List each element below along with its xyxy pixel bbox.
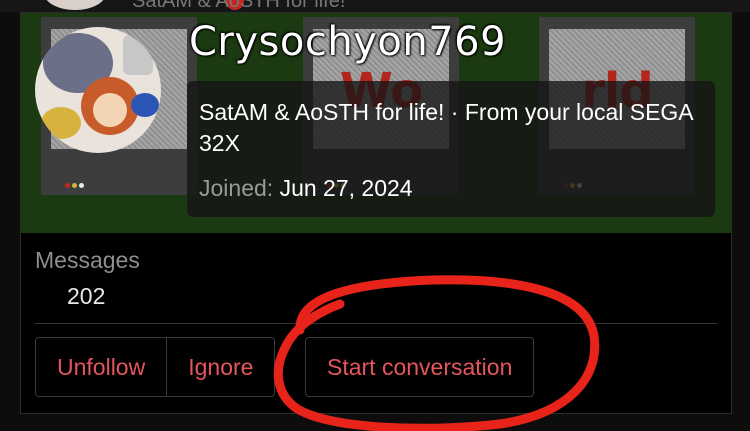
joined-label: Joined: [199, 175, 274, 201]
member-tooltip-card: r Wo rld Crysochyon769 SatAM & AoSTH for… [20, 12, 732, 414]
action-button-group: Unfollow Ignore [35, 337, 276, 397]
ignore-button[interactable]: Ignore [167, 338, 274, 396]
messages-label: Messages [35, 247, 140, 273]
joined-date: Jun 27, 2024 [279, 175, 413, 201]
unfollow-button[interactable]: Unfollow [36, 338, 168, 396]
ghost-avatar [44, 0, 106, 10]
divider [35, 323, 717, 324]
profile-info-box: SatAM & AoSTH for life! · From your loca… [187, 81, 715, 217]
profile-banner: r Wo rld Crysochyon769 SatAM & AoSTH for… [21, 13, 731, 233]
previous-post-strip: SatAM & AoSTH for life! [0, 0, 750, 12]
profile-bio: SatAM & AoSTH for life! · From your loca… [199, 99, 693, 156]
joined-line: Joined: Jun 27, 2024 [199, 175, 413, 202]
ghost-text: SatAM & AoSTH for life! [132, 0, 346, 12]
messages-count[interactable]: 202 [67, 283, 105, 310]
banner-tile-dots [65, 175, 86, 193]
avatar[interactable] [35, 27, 161, 153]
start-conversation-button[interactable]: Start conversation [305, 337, 535, 397]
username[interactable]: Crysochyon769 [189, 19, 506, 65]
